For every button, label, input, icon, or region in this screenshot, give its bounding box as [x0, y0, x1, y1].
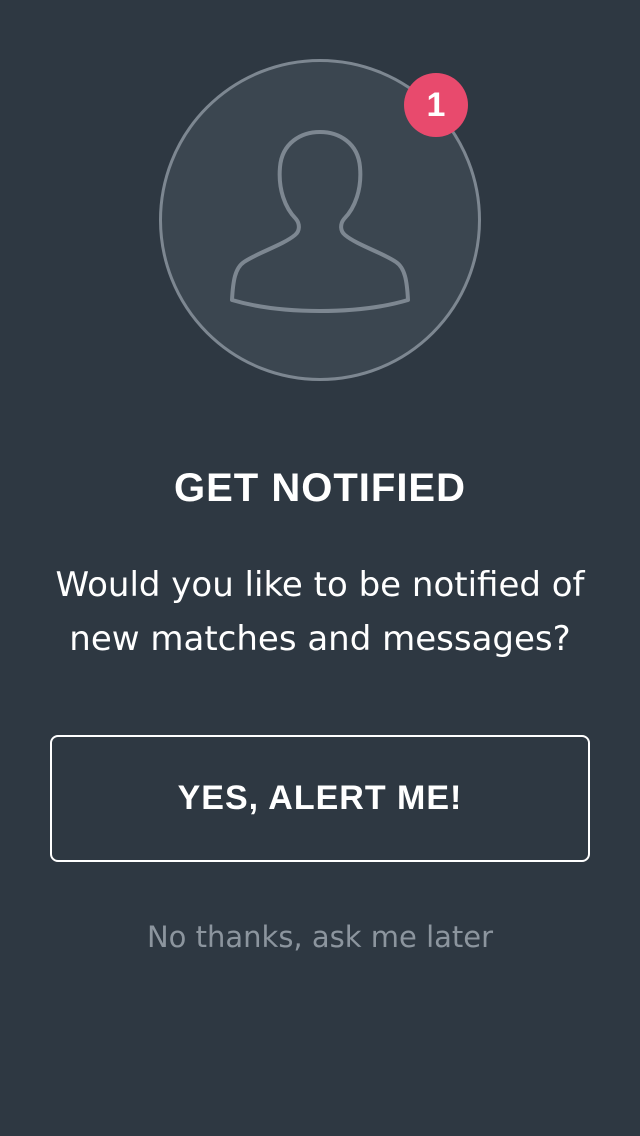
- notification-badge: 1: [404, 73, 468, 137]
- prompt-title: GET NOTIFIED: [174, 466, 466, 510]
- prompt-message: Would you like to be notified of new mat…: [55, 565, 585, 659]
- avatar: 1: [159, 59, 481, 381]
- no-thanks-link[interactable]: No thanks, ask me later: [0, 914, 640, 960]
- yes-alert-me-button[interactable]: YES, ALERT ME!: [50, 735, 590, 862]
